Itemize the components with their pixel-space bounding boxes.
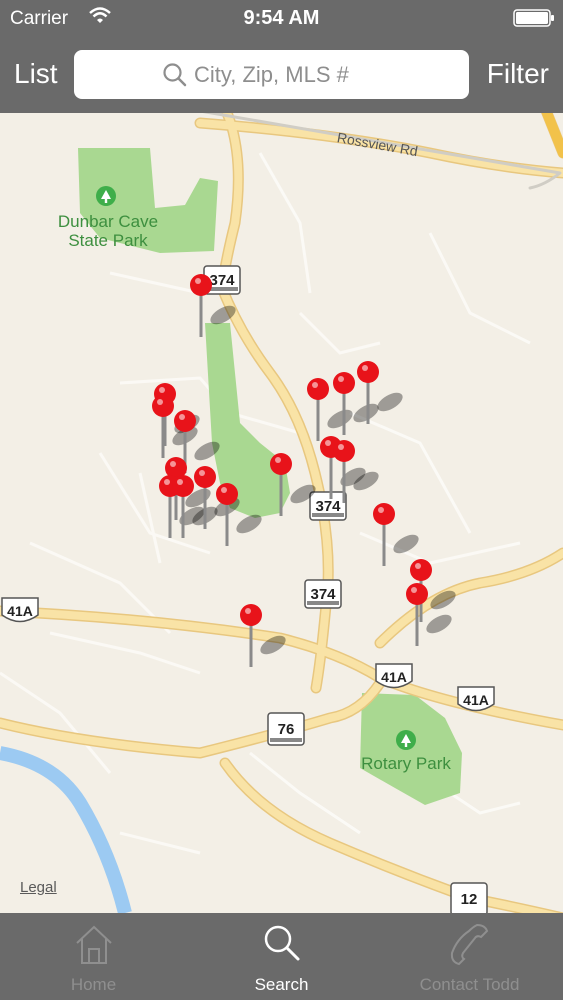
legal-link[interactable]: Legal xyxy=(20,879,57,896)
svg-text:374: 374 xyxy=(209,272,235,289)
map-view[interactable]: Dunbar Cave State Park Rossview Rd Rotar… xyxy=(0,113,563,913)
svg-text:76: 76 xyxy=(278,721,295,738)
tab-search-label: Search xyxy=(254,975,309,994)
tab-contact-label: Contact Todd xyxy=(419,975,520,994)
map-canvas: Dunbar Cave State Park Rossview Rd Rotar… xyxy=(0,113,563,913)
svg-text:41A: 41A xyxy=(463,692,489,708)
tab-bar: Home Search Contact Todd xyxy=(0,913,563,1000)
rotary-park-label: Rotary Park xyxy=(361,754,451,773)
search-bar[interactable] xyxy=(74,50,469,99)
svg-text:41A: 41A xyxy=(7,603,33,619)
route-shield: 41A xyxy=(1,597,39,623)
tab-home[interactable]: Home xyxy=(0,913,187,1000)
nav-bar: List Filter xyxy=(0,38,563,113)
route-shield: 374 xyxy=(304,579,342,609)
search-input[interactable] xyxy=(192,56,456,94)
svg-text:374: 374 xyxy=(310,586,336,603)
filter-button[interactable]: Filter xyxy=(487,58,549,90)
route-shield: 374 xyxy=(309,491,347,521)
home-icon xyxy=(71,921,117,972)
svg-text:12: 12 xyxy=(461,891,478,908)
dunbar-cave-label: Dunbar Cave xyxy=(58,212,158,231)
route-shield: 41A xyxy=(457,686,495,712)
svg-text:374: 374 xyxy=(315,498,341,515)
search-icon xyxy=(162,62,188,93)
route-shield: 76 xyxy=(267,712,305,746)
tab-search[interactable]: Search xyxy=(187,913,376,1000)
state-park-label: State Park xyxy=(68,231,148,250)
svg-text:41A: 41A xyxy=(381,669,407,685)
tab-contact[interactable]: Contact Todd xyxy=(376,913,563,1000)
clock: 9:54 AM xyxy=(243,7,320,29)
route-shield: 41A xyxy=(375,663,413,689)
tab-home-label: Home xyxy=(70,975,117,994)
route-shield: 12 xyxy=(450,882,488,913)
search-icon xyxy=(260,921,304,970)
status-bar: Carrier 9:54 AM xyxy=(0,0,563,38)
phone-icon xyxy=(447,921,493,972)
battery-icon xyxy=(513,9,554,27)
list-button[interactable]: List xyxy=(14,58,58,90)
